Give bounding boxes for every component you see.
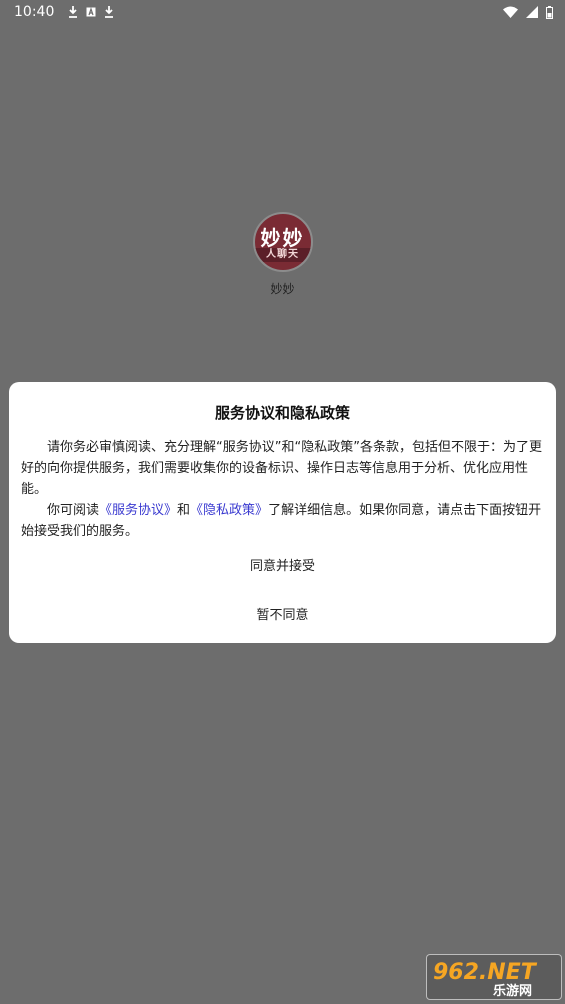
wifi-icon (503, 6, 518, 18)
p2-and: 和 (177, 503, 191, 518)
logo-text: 妙妙 (260, 226, 305, 250)
status-left: 10:40 (14, 4, 114, 20)
dialog-title: 服务协议和隐私政策 (214, 404, 350, 422)
app-name: 妙妙 (270, 282, 295, 296)
watermark-subtitle: 乐游网 (493, 983, 532, 999)
download-icon (104, 6, 114, 18)
watermark-graphic: 962.NET 乐游网 (433, 960, 538, 999)
dialog-body: 请你务必审慎阅读、充分理解“服务协议”和“隐私政策”各条款，包括但不限于：为了更… (21, 437, 544, 542)
download-icon (68, 6, 78, 18)
privacy-policy-link[interactable]: 《隐私政策》 (190, 503, 268, 518)
app-logo: 妙妙 人聊天 (252, 212, 313, 272)
watermark-brand: 962.NET (433, 960, 538, 985)
service-agreement-link[interactable]: 《服务协议》 (99, 503, 177, 518)
disagree-button[interactable]: 暂不同意 (9, 603, 556, 623)
status-bar: 10:40 (0, 0, 565, 24)
logo-band-text: 人聊天 (254, 248, 311, 262)
status-right (503, 5, 553, 19)
app-splash: 妙妙 人聊天 妙妙 (0, 212, 565, 297)
agree-button[interactable]: 同意并接受 (9, 554, 556, 574)
a-box-icon (86, 7, 96, 17)
watermark-logo: 962.NET 乐游网 (426, 954, 562, 1000)
p2-prefix: 你可阅读 (47, 503, 100, 518)
dialog-paragraph-1: 请你务必审慎阅读、充分理解“服务协议”和“隐私政策”各条款，包括但不限于：为了更… (21, 440, 542, 497)
battery-icon (546, 5, 553, 19)
agreement-dialog: 服务协议和隐私政策 请你务必审慎阅读、充分理解“服务协议”和“隐私政策”各条款，… (9, 382, 556, 643)
status-time: 10:40 (14, 4, 55, 20)
dialog-paragraph-2: 你可阅读《服务协议》和《隐私政策》了解详细信息。如果你同意，请点击下面按钮开始接… (21, 500, 544, 542)
signal-icon (526, 6, 538, 18)
